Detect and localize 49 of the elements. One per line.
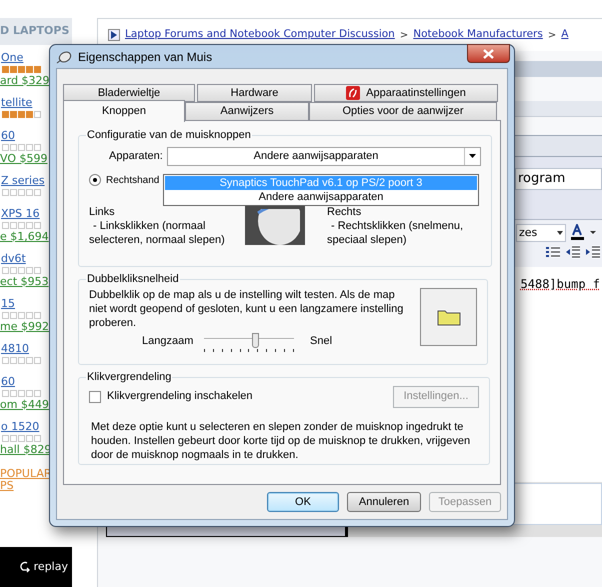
tab[interactable]: Bladerwieltje xyxy=(63,84,195,102)
group-title: Configuratie van de muisknoppen xyxy=(86,128,252,143)
tab[interactable]: Hardware xyxy=(197,84,312,102)
tab[interactable]: Opties voor de aanwijzer xyxy=(309,102,497,121)
button-description: - Rechtsklikken (snelmenu, speciaal slepen) xyxy=(327,218,464,246)
tab[interactable]: Aanwijzers xyxy=(185,102,309,121)
button-title: Rechts xyxy=(327,204,362,218)
caret-icon xyxy=(557,231,563,235)
button-description: - Linksklikken (normaal selecteren, normaal slepen) xyxy=(89,218,226,246)
group-title: Dubbelkliksnelheid xyxy=(86,272,180,287)
slider-label: Snel xyxy=(309,334,332,348)
description-text: Met deze optie kunt u selecteren en slepen zonder de muisknop ingedrukt te houden. Instellen gebeurt door korte tijd op de muisknop te drukken, vrijgeven door de muisknop nogmaals in te drukken. xyxy=(90,420,472,462)
breadcrumb-link[interactable]: A xyxy=(561,27,568,43)
tab[interactable]: Knoppen xyxy=(63,100,185,122)
replay-link[interactable]: replay xyxy=(34,558,68,576)
post-text: 5488]bump f xyxy=(520,276,601,293)
dialog-button[interactable]: Annuleren xyxy=(347,492,421,512)
button-title: Links xyxy=(89,204,116,218)
breadcrumb-separator: > xyxy=(400,28,408,42)
dialog-button[interactable]: OK xyxy=(267,492,339,512)
folder-icon xyxy=(436,308,460,326)
dropdown-option[interactable]: Andere aanwijsapparaten xyxy=(165,190,477,204)
font-size-dropdown[interactable]: zes xyxy=(516,224,566,242)
title-field[interactable]: rogram xyxy=(515,168,602,190)
checkbox-label: Klikvergrendeling inschakelen xyxy=(107,389,253,404)
arrow-icon xyxy=(108,29,120,41)
outdent-icon[interactable] xyxy=(566,246,580,258)
indent-icon[interactable] xyxy=(586,246,600,258)
device-dropdown[interactable]: Andere aanwijsapparaten xyxy=(167,146,481,166)
breadcrumb-separator: > xyxy=(548,28,556,42)
field-label: Apparaten: xyxy=(109,148,164,164)
checkbox[interactable] xyxy=(89,390,101,402)
instruction-text: Dubbelklik op de map als u de instelling wilt testen. Als de map niet wordt geopend of gesloten, kunt u een langzamere instelling proberen. xyxy=(89,288,404,330)
replay-icon xyxy=(20,561,31,573)
speed-slider[interactable] xyxy=(204,332,294,354)
close-icon xyxy=(483,48,494,58)
close-button[interactable] xyxy=(467,44,510,63)
group-title: Klikvergrendeling xyxy=(86,370,172,385)
tab[interactable]: Apparaatinstellingen xyxy=(314,84,498,102)
test-folder[interactable] xyxy=(420,288,477,346)
breadcrumb-link[interactable]: Notebook Manufacturers xyxy=(413,27,543,43)
window-title: Eigenschappen van Muis xyxy=(78,48,212,66)
radio-button[interactable] xyxy=(89,174,101,186)
mouse-picture xyxy=(245,204,305,244)
breadcrumb-link[interactable]: Laptop Forums and Notebook Computer Discussion xyxy=(125,27,395,43)
bulleted-list-icon[interactable] xyxy=(546,246,560,258)
radio-label: Rechtshand xyxy=(106,174,160,188)
sidebar-heading: D LAPTOPS xyxy=(0,23,70,40)
slider-label: Langzaam xyxy=(141,334,194,348)
